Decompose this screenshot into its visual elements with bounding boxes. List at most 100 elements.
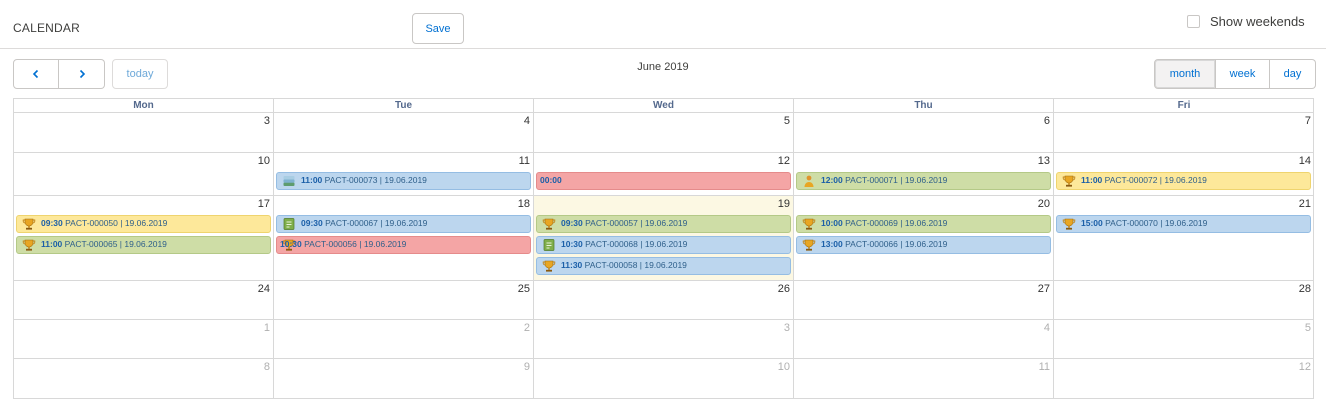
- person-icon: [802, 174, 816, 188]
- event-time: 15:00: [1081, 218, 1103, 228]
- event-time: 09:30: [561, 218, 583, 228]
- day-number: 25: [517, 283, 530, 295]
- calendar-event[interactable]: 00:00: [536, 172, 791, 190]
- day-cell[interactable]: 20 10:00 PACT-000069 | 19.06.2019 13:00 PA…: [794, 196, 1054, 280]
- next-button[interactable]: [59, 59, 105, 89]
- trophy-icon: [802, 238, 816, 252]
- day-number: 24: [257, 283, 270, 295]
- event-text: 10:00 PACT-000069 | 19.06.2019: [821, 216, 947, 231]
- view-week-button[interactable]: week: [1216, 59, 1270, 89]
- calendar-event[interactable]: 11:00 PACT-000072 | 19.06.2019: [1056, 172, 1311, 190]
- today-button[interactable]: today: [112, 59, 168, 89]
- month-title: June 2019: [637, 61, 689, 73]
- day-cell[interactable]: 8: [14, 359, 274, 399]
- day-cell[interactable]: 6: [794, 113, 1054, 152]
- day-number: 1: [263, 322, 270, 334]
- trophy-icon: [1062, 217, 1076, 231]
- day-cell[interactable]: 10: [534, 359, 794, 399]
- day-number: 8: [263, 361, 270, 373]
- day-cell[interactable]: 7: [1054, 113, 1314, 152]
- day-cell[interactable]: 14 11:00 PACT-000072 | 19.06.2019: [1054, 153, 1314, 195]
- day-cell[interactable]: 3: [534, 320, 794, 358]
- day-number: 13: [1037, 155, 1050, 167]
- calendar-event[interactable]: 11:00 PACT-000073 | 19.06.2019: [276, 172, 531, 190]
- prev-button[interactable]: [13, 59, 59, 89]
- show-weekends-label[interactable]: Show weekends: [1210, 14, 1305, 29]
- event-text: 11:30 PACT-000058 | 19.06.2019: [561, 258, 687, 273]
- day-cell[interactable]: 3: [14, 113, 274, 152]
- week-row: 8 9 10 11 12: [14, 359, 1314, 399]
- event-text: 00:00: [540, 173, 562, 188]
- show-weekends-checkbox[interactable]: [1187, 15, 1200, 28]
- day-cell[interactable]: 12 00:00: [534, 153, 794, 195]
- event-text: 11:00 PACT-000065 | 19.06.2019: [41, 237, 167, 252]
- day-cell[interactable]: 17 09:30 PACT-000050 | 19.06.2019 11:00 PA…: [14, 196, 274, 280]
- day-cell[interactable]: 24: [14, 281, 274, 319]
- event-text: 09:30 PACT-000067 | 19.06.2019: [301, 216, 427, 231]
- calendar-event[interactable]: 10:00 PACT-000069 | 19.06.2019: [796, 215, 1051, 233]
- event-time: 11:00: [41, 239, 63, 249]
- event-label: PACT-000071 | 19.06.2019: [845, 175, 948, 185]
- event-label: PACT-000067 | 19.06.2019: [325, 218, 428, 228]
- day-cell[interactable]: 25: [274, 281, 534, 319]
- calendar-event[interactable]: 09:30 PACT-000057 | 19.06.2019: [536, 215, 791, 233]
- day-number: 14: [1298, 155, 1311, 167]
- calendar-event[interactable]: 09:30 PACT-000050 | 19.06.2019: [16, 215, 271, 233]
- day-cell-today[interactable]: 19 09:30 PACT-000057 | 19.06.2019 10:30 PA…: [534, 196, 794, 280]
- day-cell[interactable]: 18 09:30 PACT-000067 | 19.06.2019 10:30 PA…: [274, 196, 534, 280]
- day-cell[interactable]: 28: [1054, 281, 1314, 319]
- calendar-event[interactable]: 12:00 PACT-000071 | 19.06.2019: [796, 172, 1051, 190]
- calendar-event[interactable]: 09:30 PACT-000067 | 19.06.2019: [276, 215, 531, 233]
- day-cell[interactable]: 10: [14, 153, 274, 195]
- day-number: 9: [523, 361, 530, 373]
- event-text: 12:00 PACT-000071 | 19.06.2019: [821, 173, 947, 188]
- trophy-icon: [542, 217, 556, 231]
- day-cell[interactable]: 5: [534, 113, 794, 152]
- event-label: PACT-000057 | 19.06.2019: [585, 218, 688, 228]
- view-day-button[interactable]: day: [1270, 59, 1316, 89]
- event-time: 00:00: [540, 175, 562, 185]
- chevron-left-icon: [32, 69, 39, 79]
- day-cell[interactable]: 4: [274, 113, 534, 152]
- day-number: 17: [257, 198, 270, 210]
- event-time: 10:30: [561, 239, 583, 249]
- day-number: 2: [523, 322, 530, 334]
- event-label: PACT-000066 | 19.06.2019: [845, 239, 948, 249]
- calendar-event[interactable]: 11:00 PACT-000065 | 19.06.2019: [16, 236, 271, 254]
- day-cell[interactable]: 11 11:00 PACT-000073 | 19.06.2019: [274, 153, 534, 195]
- calendar-event[interactable]: 10:30 PACT-000068 | 19.06.2019: [536, 236, 791, 254]
- event-time: 13:00: [821, 239, 843, 249]
- week-row: 10 11 11:00 PACT-000073 | 19.06.2019 12 00:0…: [14, 153, 1314, 196]
- day-cell[interactable]: 21 15:00 PACT-000070 | 19.06.2019: [1054, 196, 1314, 280]
- day-cell[interactable]: 13 12:00 PACT-000071 | 19.06.2019: [794, 153, 1054, 195]
- event-time: 12:00: [821, 175, 843, 185]
- document-icon: [542, 238, 556, 252]
- event-text: 13:00 PACT-000066 | 19.06.2019: [821, 237, 947, 252]
- event-text: 09:30 PACT-000057 | 19.06.2019: [561, 216, 687, 231]
- stack-icon: [282, 174, 296, 188]
- day-number: 3: [263, 115, 270, 127]
- day-cell[interactable]: 26: [534, 281, 794, 319]
- day-cell[interactable]: 9: [274, 359, 534, 399]
- day-cell[interactable]: 2: [274, 320, 534, 358]
- day-number: 12: [1298, 361, 1311, 373]
- calendar-event[interactable]: 15:00 PACT-000070 | 19.06.2019: [1056, 215, 1311, 233]
- day-cell[interactable]: 1: [14, 320, 274, 358]
- event-time: 09:30: [41, 218, 63, 228]
- event-text: 10:30 PACT-000068 | 19.06.2019: [561, 237, 687, 252]
- day-cell[interactable]: 5: [1054, 320, 1314, 358]
- event-label: PACT-000056 | 19.06.2019: [304, 239, 407, 249]
- day-cell[interactable]: 11: [794, 359, 1054, 399]
- day-cell[interactable]: 4: [794, 320, 1054, 358]
- save-button[interactable]: Save: [412, 13, 464, 44]
- day-cell[interactable]: 12: [1054, 359, 1314, 399]
- event-label: PACT-000069 | 19.06.2019: [845, 218, 948, 228]
- day-number: 18: [517, 198, 530, 210]
- view-month-button[interactable]: month: [1154, 59, 1216, 89]
- page-title: CALENDAR: [13, 21, 80, 35]
- calendar-event[interactable]: 13:00 PACT-000066 | 19.06.2019: [796, 236, 1051, 254]
- trophy-icon: [22, 238, 36, 252]
- calendar-event[interactable]: 11:30 PACT-000058 | 19.06.2019: [536, 257, 791, 275]
- calendar-event[interactable]: 10:30 PACT-000056 | 19.06.2019: [276, 236, 531, 254]
- day-cell[interactable]: 27: [794, 281, 1054, 319]
